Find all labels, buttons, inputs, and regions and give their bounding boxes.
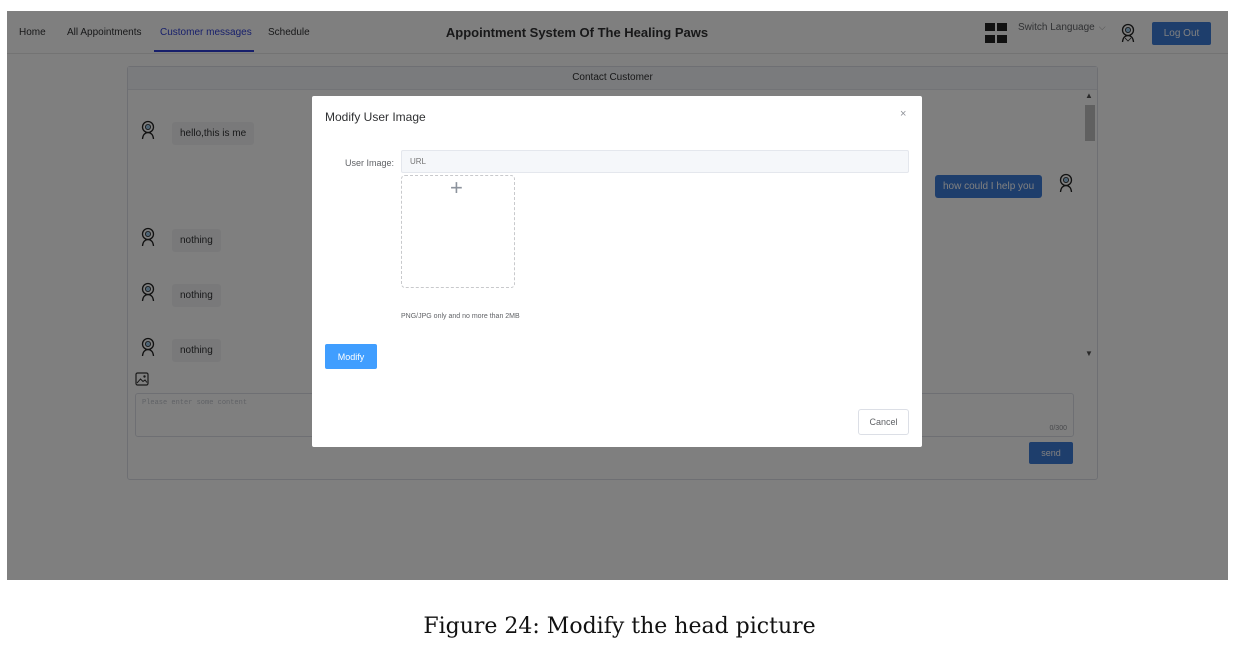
dialog-title: Modify User Image <box>325 110 426 124</box>
figure-caption: Figure 24: Modify the head picture <box>423 614 816 639</box>
app-screen: Home All Appointments Customer messages … <box>7 11 1228 580</box>
plus-icon: + <box>450 175 463 200</box>
user-image-label: User Image: <box>345 158 395 168</box>
image-url-input[interactable] <box>401 150 909 173</box>
cancel-button[interactable]: Cancel <box>858 409 909 435</box>
modify-user-image-dialog: Modify User Image × User Image: + PNG/JP… <box>312 96 922 447</box>
upload-tip: PNG/JPG only and no more than 2MB <box>401 313 520 320</box>
modify-button[interactable]: Modify <box>325 344 377 369</box>
image-uploader[interactable]: + <box>401 175 515 288</box>
close-icon[interactable]: × <box>900 108 906 120</box>
